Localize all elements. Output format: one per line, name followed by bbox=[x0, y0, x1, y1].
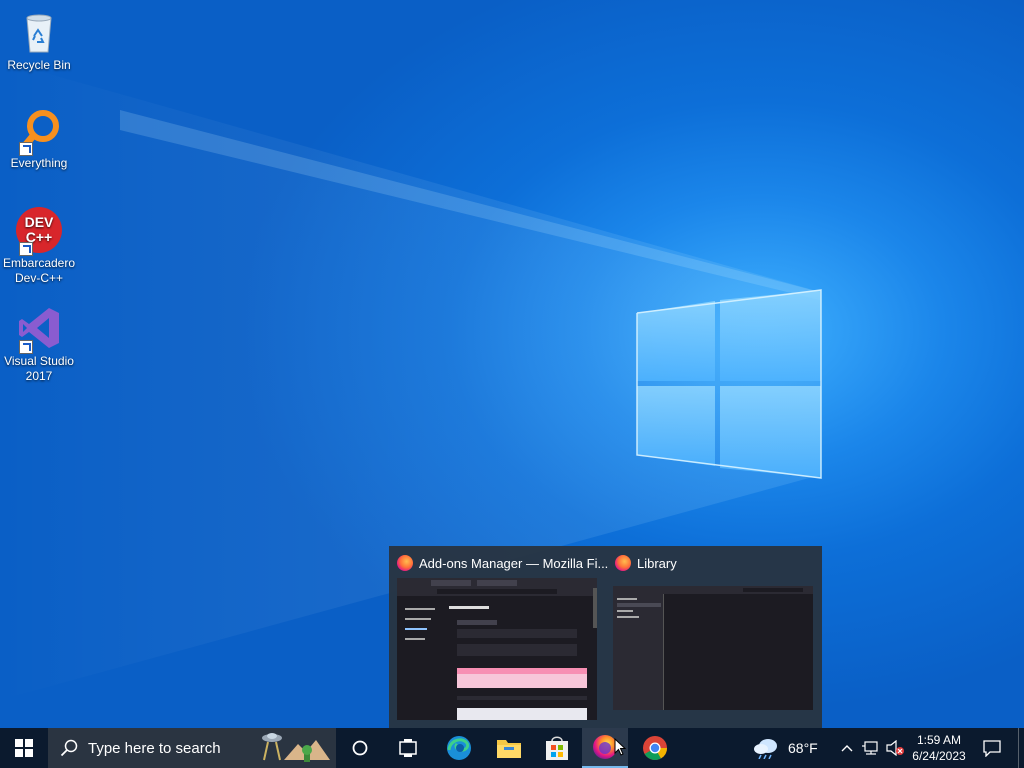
start-button[interactable] bbox=[0, 728, 48, 768]
search-icon bbox=[60, 739, 78, 757]
network-button[interactable] bbox=[860, 728, 882, 768]
devcpp-icon: DEV C++ bbox=[15, 206, 63, 256]
desktop-icon-label: Visual Studio 2017 bbox=[4, 354, 74, 383]
network-icon bbox=[862, 741, 878, 755]
thumbnail-title: Add-ons Manager — Mozilla Fi... bbox=[397, 554, 608, 572]
desktop-icon-visual-studio[interactable]: Visual Studio 2017 bbox=[2, 304, 76, 384]
cortana-button[interactable] bbox=[338, 728, 382, 768]
desktop-icon-label: Recycle Bin bbox=[7, 58, 71, 72]
action-center-button[interactable] bbox=[978, 728, 1006, 768]
search-highlight-icon bbox=[262, 733, 330, 762]
taskbar-thumbnail-popup: Add-ons Manager — Mozilla Fi... Library bbox=[389, 546, 822, 728]
windows-start-icon bbox=[15, 739, 33, 757]
desktop-icon-recycle-bin[interactable]: Recycle Bin bbox=[2, 8, 76, 73]
visual-studio-icon bbox=[15, 304, 63, 354]
show-desktop-button[interactable] bbox=[1018, 728, 1019, 768]
chevron-up-icon bbox=[841, 745, 853, 752]
recycle-bin-icon bbox=[15, 8, 63, 56]
cloudy-weather-icon bbox=[754, 739, 777, 759]
mouse-cursor-icon bbox=[614, 738, 626, 756]
search-placeholder: Type here to search bbox=[88, 739, 221, 757]
thumbnail-library[interactable]: Library bbox=[607, 546, 822, 728]
shortcut-arrow-icon bbox=[19, 340, 33, 354]
taskbar: Type here to search 68°F 1:59 AM 6/24/20… bbox=[0, 728, 1024, 768]
thumbnail-title-text: Add-ons Manager — Mozilla Fi... bbox=[419, 555, 609, 571]
clock-time: 1:59 AM bbox=[916, 733, 962, 747]
taskbar-app-edge[interactable] bbox=[436, 728, 482, 768]
taskbar-search-box[interactable]: Type here to search bbox=[48, 728, 336, 768]
desktop-icon-label: Everything bbox=[10, 156, 68, 170]
edge-icon bbox=[447, 736, 471, 760]
file-explorer-icon bbox=[497, 740, 521, 758]
thumbnail-title: Library bbox=[615, 554, 677, 572]
taskbar-app-microsoft-store[interactable] bbox=[534, 728, 580, 768]
thumbnail-preview-image bbox=[397, 578, 597, 720]
task-view-button[interactable] bbox=[386, 728, 430, 768]
shortcut-arrow-icon bbox=[19, 242, 33, 256]
show-hidden-icons-button[interactable] bbox=[838, 728, 856, 768]
firefox-icon bbox=[615, 555, 631, 571]
thumbnail-title-text: Library bbox=[637, 555, 677, 571]
desktop-icon-label: Embarcadero Dev-C++ bbox=[2, 256, 76, 285]
notification-icon bbox=[983, 740, 1001, 757]
everything-search-icon bbox=[15, 106, 63, 156]
thumbnail-addons-manager[interactable]: Add-ons Manager — Mozilla Fi... bbox=[389, 546, 608, 728]
taskbar-app-chrome[interactable] bbox=[632, 728, 678, 768]
svg-text:DEV: DEV bbox=[25, 214, 54, 230]
taskbar-app-file-explorer[interactable] bbox=[486, 728, 532, 768]
taskbar-clock[interactable]: 1:59 AM 6/24/2023 bbox=[900, 732, 978, 764]
cortana-icon bbox=[352, 740, 368, 756]
weather-widget[interactable]: 68°F bbox=[752, 728, 818, 768]
chrome-icon bbox=[643, 736, 667, 761]
desktop-icon-devcpp[interactable]: DEV C++ Embarcadero Dev-C++ bbox=[2, 206, 76, 286]
clock-date: 6/24/2023 bbox=[912, 749, 966, 763]
microsoft-store-icon bbox=[546, 736, 568, 760]
desktop-icon-everything[interactable]: Everything bbox=[2, 106, 76, 171]
task-view-icon bbox=[399, 739, 417, 757]
thumbnail-preview-image bbox=[613, 586, 813, 710]
firefox-icon bbox=[397, 555, 413, 571]
weather-temperature: 68°F bbox=[788, 740, 818, 756]
shortcut-arrow-icon bbox=[19, 142, 33, 156]
